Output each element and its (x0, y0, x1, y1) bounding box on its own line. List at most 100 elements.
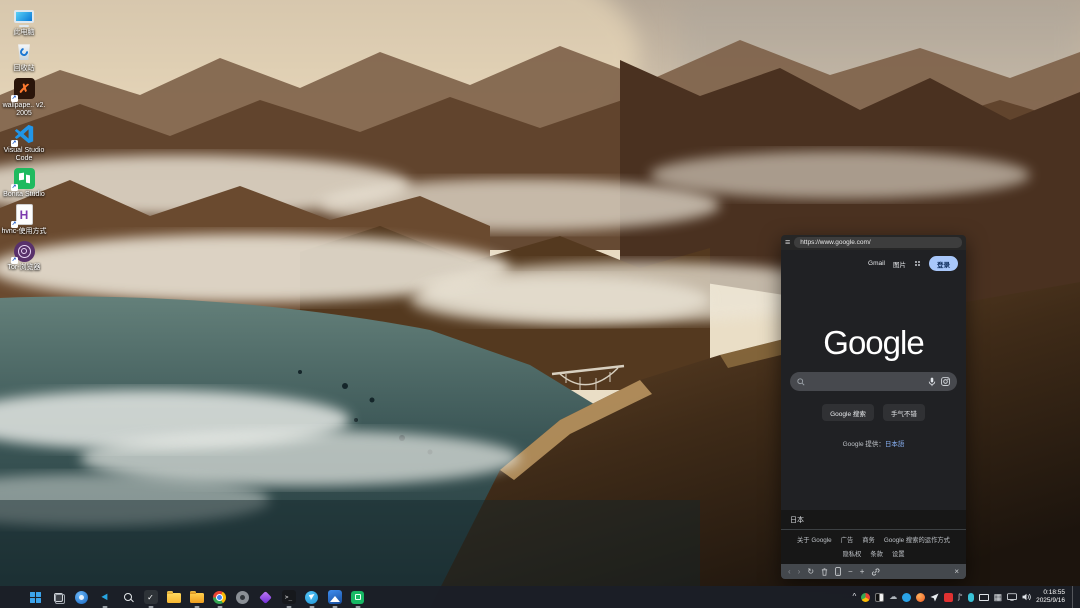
google-apps-icon[interactable] (914, 260, 921, 267)
taskbar-green-app[interactable] (349, 589, 366, 606)
volume-icon[interactable] (1022, 593, 1031, 601)
voice-search-icon[interactable] (928, 377, 936, 387)
start-button[interactable] (27, 589, 44, 606)
check-icon: ✓ (144, 590, 158, 604)
mic-tray-icon[interactable] (968, 593, 974, 602)
google-footer: 日本 关于 Google 广告 商务 Google 搜索的运作方式 隐私权 条款… (781, 510, 966, 564)
desktop-icon-recycle-bin[interactable]: 回收站 (1, 40, 47, 73)
grey-round-icon (236, 591, 249, 604)
taskbar-todo-app[interactable]: ✓ (142, 589, 159, 606)
footer-links-row1: 关于 Google 广告 商务 Google 搜索的运作方式 (781, 530, 966, 544)
colorful-tray-icon[interactable] (861, 593, 870, 602)
green-studio-icon: ↗ (12, 166, 37, 190)
desktop-icon-column: 此电脑 回收站 ✗↗ wallpape.. v2.2005 ↗ Visual S… (1, 4, 47, 273)
taskbar-terminal[interactable]: >_ (280, 589, 297, 606)
system-tray: ^ ☁ ʃ° ▦ 0:18:55 2025/9/16 (852, 586, 1076, 608)
zoom-out-icon[interactable]: − (848, 568, 853, 576)
url-bar[interactable]: https://www.google.com/ (794, 237, 962, 248)
images-link[interactable]: 图片 (893, 259, 906, 269)
google-search-button[interactable]: Google 搜索 (822, 404, 874, 421)
icon-label: Visual Studio Code (1, 147, 47, 164)
settings-link[interactable]: 设置 (892, 549, 905, 558)
footer-links-row2: 隐私权 条款 设置 (781, 544, 966, 564)
desktop-icon-this-pc[interactable]: 此电脑 (1, 4, 47, 37)
taskbar-search[interactable] (119, 589, 136, 606)
icon-label: 回收站 (14, 65, 35, 73)
gmail-link[interactable]: Gmail (868, 260, 885, 267)
taskbar-gem-app[interactable] (257, 589, 274, 606)
copy-link-icon[interactable] (871, 568, 880, 576)
google-top-nav: Gmail 图片 登录 (781, 250, 966, 272)
refresh-icon[interactable]: ↻ (807, 568, 814, 576)
close-icon[interactable]: × (954, 568, 959, 576)
forward-icon[interactable]: › (798, 568, 801, 576)
j-glyph-tray-icon[interactable]: ʃ° (958, 594, 962, 601)
clock-time: 0:18:55 (1036, 589, 1065, 597)
tor-browser-icon: ↗ (12, 239, 37, 263)
cast-icon[interactable] (1007, 593, 1017, 601)
show-desktop-button[interactable] (1072, 586, 1076, 608)
about-link[interactable]: 关于 Google (797, 535, 832, 544)
bw-tray-icon[interactable] (875, 593, 884, 602)
desktop-icon-orange-app[interactable]: ✗↗ wallpape.. v2.2005 (1, 77, 47, 119)
signin-button[interactable]: 登录 (929, 256, 958, 271)
desktop-icon-tor[interactable]: ↗ Tor-浏览器 (1, 239, 47, 272)
cloud-tray-icon[interactable]: ☁ (889, 593, 897, 601)
desktop-icon-h-doc[interactable]: H↗ hvnc-使用方式 (1, 203, 47, 236)
shortcut-arrow-icon: ↗ (11, 95, 18, 102)
japanese-language-link[interactable]: 日本語 (885, 441, 905, 448)
cloud-app-icon (75, 591, 88, 604)
hidden-icons-chevron-icon[interactable]: ^ (852, 593, 856, 601)
orange-tray-icon[interactable] (916, 593, 925, 602)
taskbar-telegram[interactable] (303, 589, 320, 606)
vscode-icon: ↗ (12, 122, 37, 146)
folder-icon (190, 593, 204, 603)
desktop-icon-vscode[interactable]: ↗ Visual Studio Code (1, 122, 47, 164)
search-icon (124, 593, 132, 601)
taskbar-file-explorer[interactable] (165, 589, 182, 606)
search-box[interactable] (790, 372, 957, 391)
taskbar-blue-cloud-app[interactable] (73, 589, 90, 606)
taskbar-folder-app[interactable] (188, 589, 205, 606)
taskbar-vscode[interactable]: ◄ (96, 589, 113, 606)
taskbar-settings-app[interactable] (234, 589, 251, 606)
gem-icon (259, 591, 272, 604)
monitor-tray-icon[interactable] (979, 594, 989, 601)
green-app-icon (351, 591, 364, 604)
shortcut-arrow-icon: ↗ (11, 184, 18, 191)
taskbar-photos[interactable] (326, 589, 343, 606)
recycle-bin-icon (12, 40, 37, 64)
region-label: 日本 (781, 510, 966, 530)
h-document-icon: H↗ (12, 203, 37, 227)
desktop-icon-green-studio[interactable]: ↗ Bonita Studio (1, 166, 47, 199)
ime-grid-icon[interactable]: ▦ (994, 593, 1003, 602)
menu-icon[interactable]: ≡ (785, 238, 790, 247)
browser-window: ≡ https://www.google.com/ Gmail 图片 登录 Go… (781, 235, 966, 579)
telegram-tray-icon[interactable] (902, 593, 911, 602)
feeling-lucky-button[interactable]: 手气不错 (883, 404, 925, 421)
terms-link[interactable]: 条款 (870, 549, 883, 558)
taskbar-apps: ◄ ✓ >_ (27, 589, 366, 606)
trash-icon[interactable] (821, 568, 828, 576)
red-tray-icon[interactable] (944, 593, 953, 602)
google-logo: Google (781, 326, 966, 359)
task-view-button[interactable] (50, 589, 67, 606)
taskbar-clock[interactable]: 0:18:55 2025/9/16 (1036, 589, 1065, 605)
privacy-link[interactable]: 隐私权 (842, 549, 861, 558)
windows-logo-icon (30, 592, 41, 603)
how-search-works-link[interactable]: Google 搜索的运作方式 (884, 535, 950, 544)
lens-search-icon[interactable] (941, 377, 950, 386)
send-plane-tray-icon[interactable] (930, 593, 939, 602)
shortcut-arrow-icon: ↗ (11, 221, 18, 228)
taskbar-chrome[interactable] (211, 589, 228, 606)
business-link[interactable]: 商务 (862, 535, 875, 544)
browser-titlebar[interactable]: ≡ https://www.google.com/ (781, 235, 966, 250)
language-offer: Google 提供：日本語 (781, 438, 966, 448)
shortcut-arrow-icon: ↗ (11, 140, 18, 147)
back-icon[interactable]: ‹ (788, 568, 791, 576)
search-icon (797, 378, 805, 386)
mobile-view-icon[interactable] (835, 567, 841, 576)
photos-icon (328, 590, 342, 604)
advertising-link[interactable]: 广告 (841, 535, 854, 544)
zoom-in-icon[interactable]: + (860, 568, 865, 576)
